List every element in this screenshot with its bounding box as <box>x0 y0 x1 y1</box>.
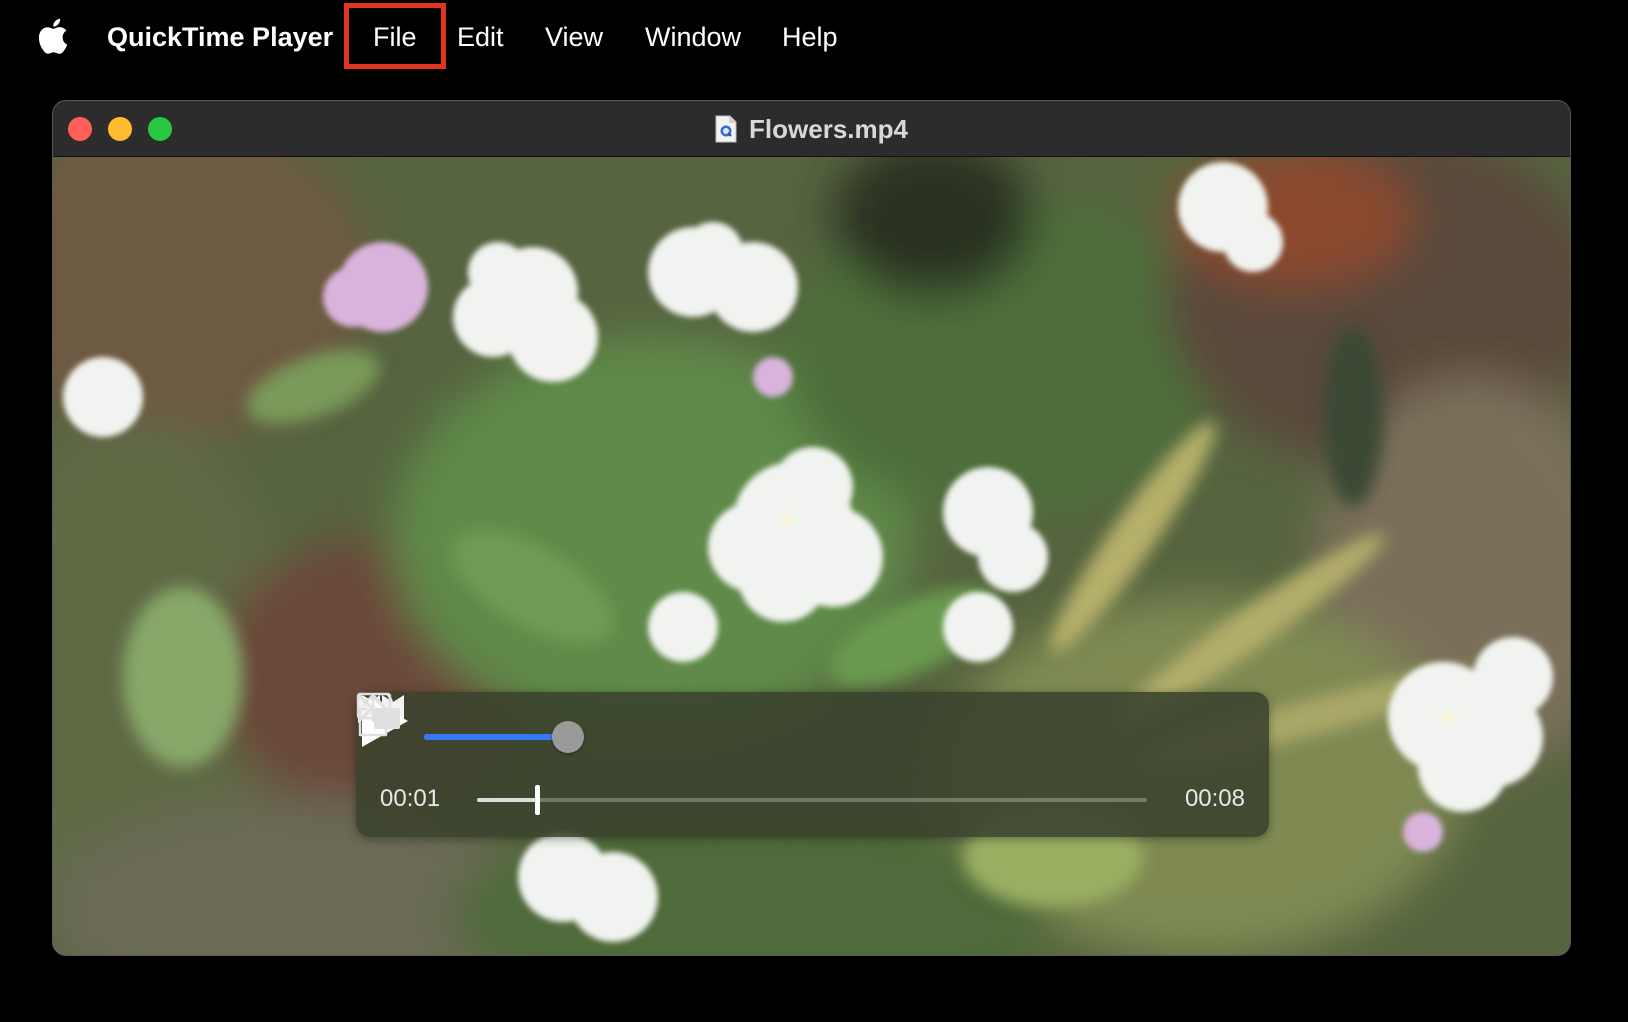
volume-level <box>424 734 568 740</box>
menu-help[interactable]: Help <box>782 20 838 54</box>
quicktime-document-icon <box>715 115 737 143</box>
menu-window[interactable]: Window <box>645 20 741 54</box>
menu-view[interactable]: View <box>545 20 603 54</box>
apple-logo-icon[interactable] <box>38 18 68 54</box>
playhead[interactable] <box>535 785 541 815</box>
title-bar[interactable]: Flowers.mp4 <box>53 101 1570 157</box>
volume-knob[interactable] <box>552 721 584 753</box>
timeline-scrubber[interactable] <box>477 785 1147 815</box>
current-time: 00:01 <box>380 785 441 812</box>
menu-edit[interactable]: Edit <box>457 20 504 54</box>
quicktime-window: Flowers.mp4 00:01 00:08 <box>52 100 1571 956</box>
menu-bar: QuickTime Player File Edit View Window H… <box>0 0 1628 74</box>
chevron-double-right-icon[interactable] <box>356 692 390 724</box>
total-time: 00:08 <box>1184 785 1245 812</box>
timeline-progress <box>477 798 538 802</box>
file-menu-highlight <box>344 3 446 69</box>
window-title: Flowers.mp4 <box>749 114 908 144</box>
window-title-group: Flowers.mp4 <box>53 101 1570 157</box>
video-frame[interactable]: 00:01 00:08 <box>53 157 1570 955</box>
app-name-menu[interactable]: QuickTime Player <box>107 20 333 54</box>
playback-controls: 00:01 00:08 <box>356 692 1269 837</box>
